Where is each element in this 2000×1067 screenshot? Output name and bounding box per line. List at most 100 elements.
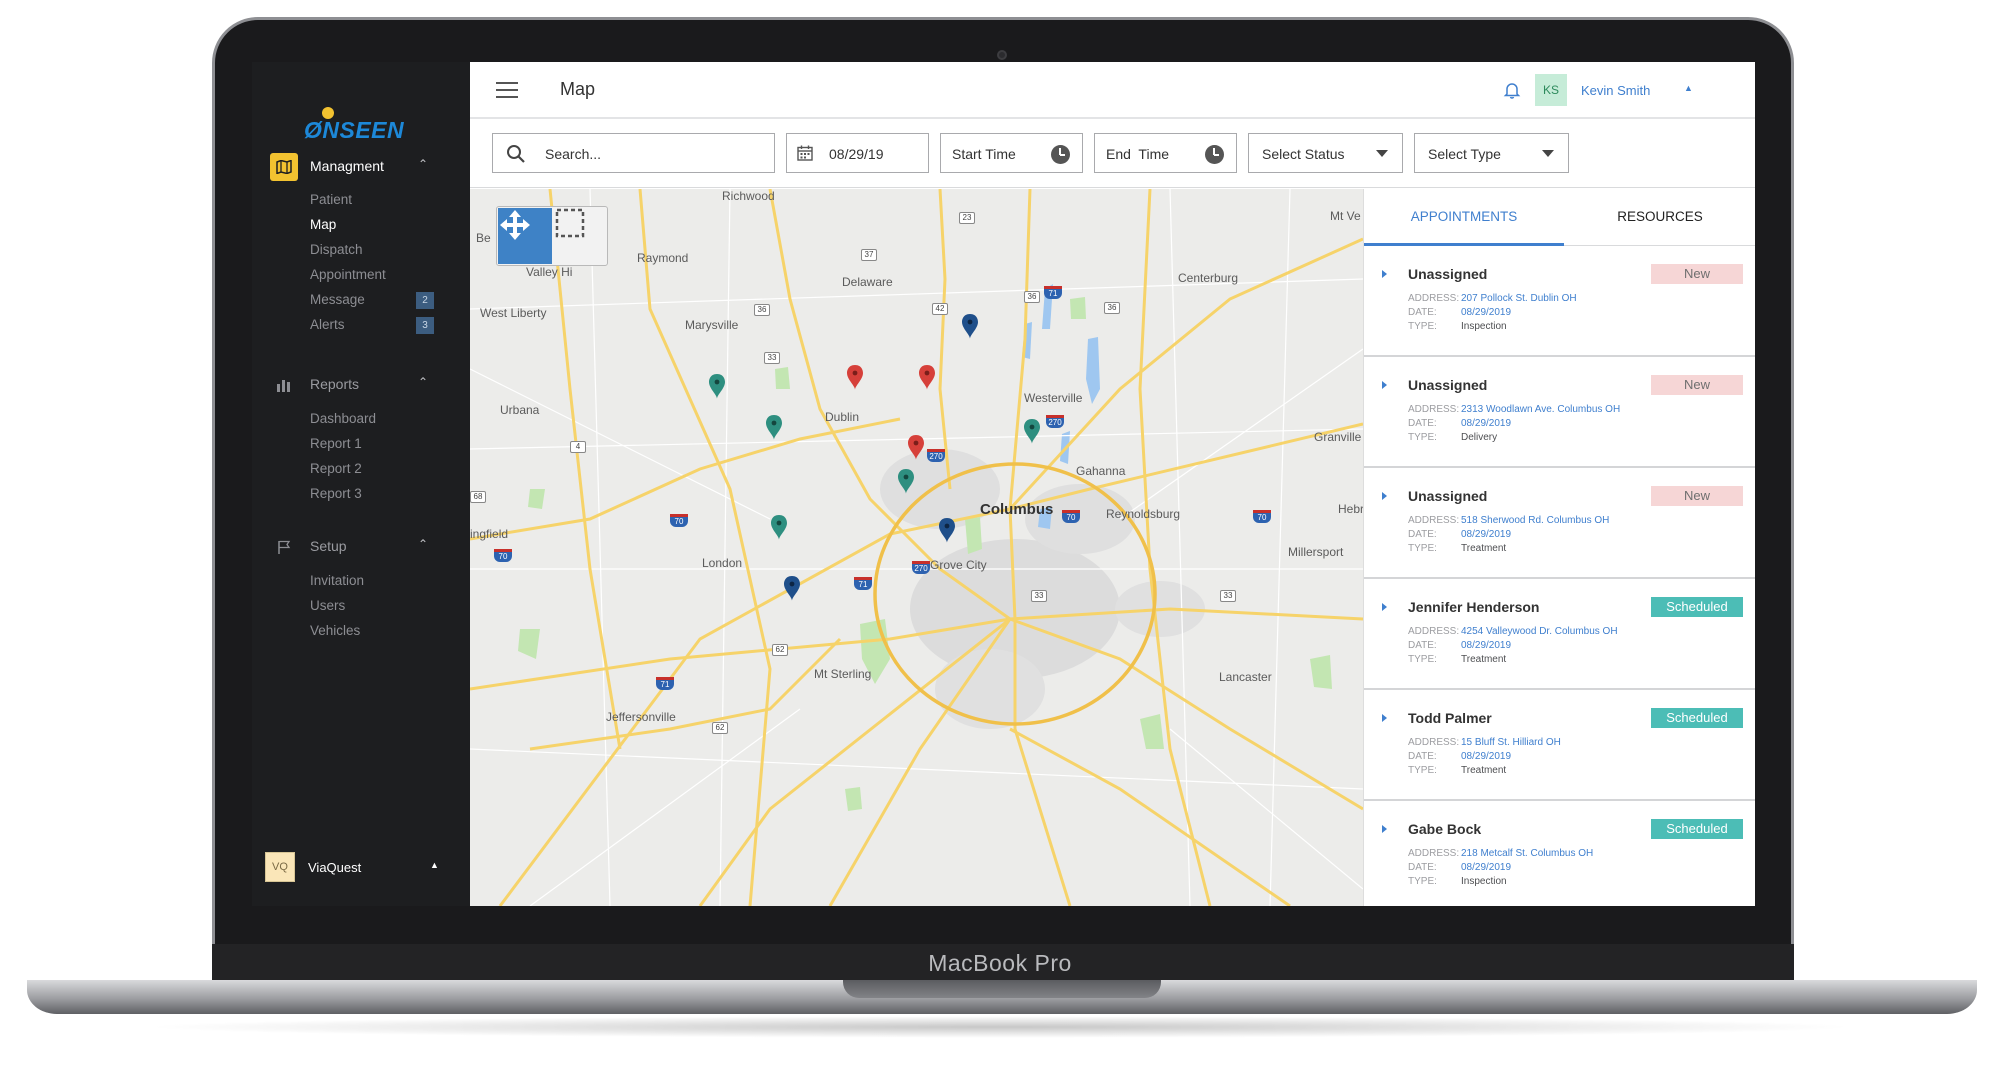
map-marker-navy[interactable] [962,314,978,339]
sidebar-item-appointment[interactable]: Appointment [252,262,470,287]
start-time-field[interactable]: Start Time [940,133,1083,173]
map-marker-red[interactable] [908,435,924,460]
nav-section-reports: Reports ⌃ Dashboard Report 1 Report 2 Re… [252,369,470,506]
date-row: DATE: 08/29/2019 [1408,529,1511,540]
tab-resources[interactable]: RESOURCES [1564,189,1755,246]
nav-header-reports[interactable]: Reports ⌃ [252,369,470,399]
type-value: Treatment [1461,543,1507,554]
user-name[interactable]: Kevin Smith [1581,83,1650,98]
nav-header-setup[interactable]: Setup ⌃ [252,531,470,561]
type-select[interactable]: Select Type [1414,133,1569,173]
sidebar-item-invitation[interactable]: Invitation [252,568,470,593]
expand-arrow-icon[interactable] [1382,492,1387,500]
map-marker-navy[interactable] [939,518,955,543]
type-row: TYPE: Treatment [1408,765,1506,776]
sidebar-item-vehicles[interactable]: Vehicles [252,618,470,643]
type-label: TYPE: [1408,543,1437,554]
map-marker-teal[interactable] [1024,419,1040,444]
date-row: DATE: 08/29/2019 [1408,640,1511,651]
nav-section-managment: Managment ⌃ Patient Map Dispatch Appoint… [252,151,470,337]
chevron-up-icon[interactable]: ⌃ [418,537,428,551]
tab-appointments[interactable]: APPOINTMENTS [1364,189,1564,246]
caret-up-icon[interactable]: ▲ [1684,83,1693,93]
map-marker-teal[interactable] [766,415,782,440]
type-value: Treatment [1461,765,1507,776]
expand-arrow-icon[interactable] [1382,603,1387,611]
type-row: TYPE: Delivery [1408,432,1497,443]
org-avatar: VQ [265,852,295,882]
map-marker-teal[interactable] [898,469,914,494]
map-view[interactable]: Richwood Raymond Valley Hi Be West Liber… [470,189,1363,906]
address-label: ADDRESS: [1408,848,1460,859]
menu-icon[interactable] [496,82,518,98]
box-select-tool-button[interactable] [555,208,607,264]
appointment-card[interactable]: Unassigned New ADDRESS: 2313 Woodlawn Ave… [1364,357,1755,468]
appointments-panel: APPOINTMENTS RESOURCES Unassigned New AD… [1363,189,1755,906]
appointment-card[interactable]: Unassigned New ADDRESS: 207 Pollock St. D… [1364,246,1755,357]
date-label: DATE: [1408,418,1437,429]
status-badge: New [1651,486,1743,506]
appointment-card[interactable]: Gabe Bock Scheduled ADDRESS: 218 Metcalf … [1364,801,1755,906]
caret-up-icon[interactable]: ▲ [430,860,439,870]
type-row: TYPE: Treatment [1408,543,1506,554]
expand-arrow-icon[interactable] [1382,270,1387,278]
address-value[interactable]: 15 Bluff St. Hilliard OH [1461,737,1561,748]
sidebar-item-users[interactable]: Users [252,593,470,618]
date-field[interactable]: 08/29/19 [786,133,929,173]
sidebar-item-patient[interactable]: Patient [252,187,470,212]
map-marker-teal[interactable] [709,374,725,399]
date-label: DATE: [1408,862,1437,873]
count-badge: 3 [416,317,434,334]
nav-header-label: Setup [310,538,347,554]
map-marker-navy[interactable] [784,576,800,601]
address-value[interactable]: 518 Sherwood Rd. Columbus OH [1461,515,1609,526]
laptop-notch [843,980,1161,998]
app-logo[interactable]: ØNSEEN [302,107,422,147]
sidebar-item-report-3[interactable]: Report 3 [252,481,470,506]
date-value: 08/29/19 [829,146,884,162]
address-row: ADDRESS: 218 Metcalf St. Columbus OH [1408,848,1593,859]
expand-arrow-icon[interactable] [1382,714,1387,722]
address-row: ADDRESS: 4254 Valleywood Dr. Columbus OH [1408,626,1618,637]
chevron-up-icon[interactable]: ⌃ [418,157,428,171]
map-marker-red[interactable] [847,365,863,390]
sidebar-item-dispatch[interactable]: Dispatch [252,237,470,262]
address-value[interactable]: 2313 Woodlawn Ave. Columbus OH [1461,404,1620,415]
sidebar-item-map[interactable]: Map [252,212,470,237]
address-value[interactable]: 218 Metcalf St. Columbus OH [1461,848,1593,859]
nav-header-managment[interactable]: Managment ⌃ [252,151,470,181]
type-value: Delivery [1461,432,1498,443]
type-value: Inspection [1461,876,1507,887]
sidebar-item-label: Message [310,292,365,307]
status-badge: New [1651,375,1743,395]
appointment-card[interactable]: Unassigned New ADDRESS: 518 Sherwood Rd. … [1364,468,1755,579]
search-icon [507,145,525,163]
address-value[interactable]: 207 Pollock St. Dublin OH [1461,293,1577,304]
bell-icon[interactable] [1502,80,1522,100]
sidebar-item-report-1[interactable]: Report 1 [252,431,470,456]
search-input[interactable]: Search... [492,133,775,173]
appointment-card[interactable]: Todd Palmer Scheduled ADDRESS: 15 Bluff S… [1364,690,1755,801]
organization-switcher[interactable]: VQ ViaQuest ▲ [252,848,470,888]
sidebar-item-dashboard[interactable]: Dashboard [252,406,470,431]
status-select[interactable]: Select Status [1248,133,1403,173]
address-row: ADDRESS: 518 Sherwood Rd. Columbus OH [1408,515,1609,526]
map-marker-teal[interactable] [771,515,787,540]
pan-tool-button[interactable] [498,208,552,264]
map-marker-red[interactable] [919,365,935,390]
end-time-field[interactable]: End Time [1094,133,1237,173]
expand-arrow-icon[interactable] [1382,381,1387,389]
user-avatar[interactable]: KS [1535,74,1567,106]
page-title: Map [560,79,596,99]
appointment-assignee: Todd Palmer [1408,710,1492,726]
chevron-up-icon[interactable]: ⌃ [418,375,428,389]
status-badge: Scheduled [1651,708,1743,728]
appointment-card[interactable]: Jennifer Henderson Scheduled ADDRESS: 425… [1364,579,1755,690]
type-row: TYPE: Treatment [1408,654,1506,665]
expand-arrow-icon[interactable] [1382,825,1387,833]
address-value[interactable]: 4254 Valleywood Dr. Columbus OH [1461,626,1618,637]
filter-bar: Search... 08/29/19 Start Time End Time S… [470,119,1755,188]
sidebar-item-alerts[interactable]: Alerts 3 [252,312,470,337]
sidebar-item-report-2[interactable]: Report 2 [252,456,470,481]
sidebar-item-message[interactable]: Message 2 [252,287,470,312]
